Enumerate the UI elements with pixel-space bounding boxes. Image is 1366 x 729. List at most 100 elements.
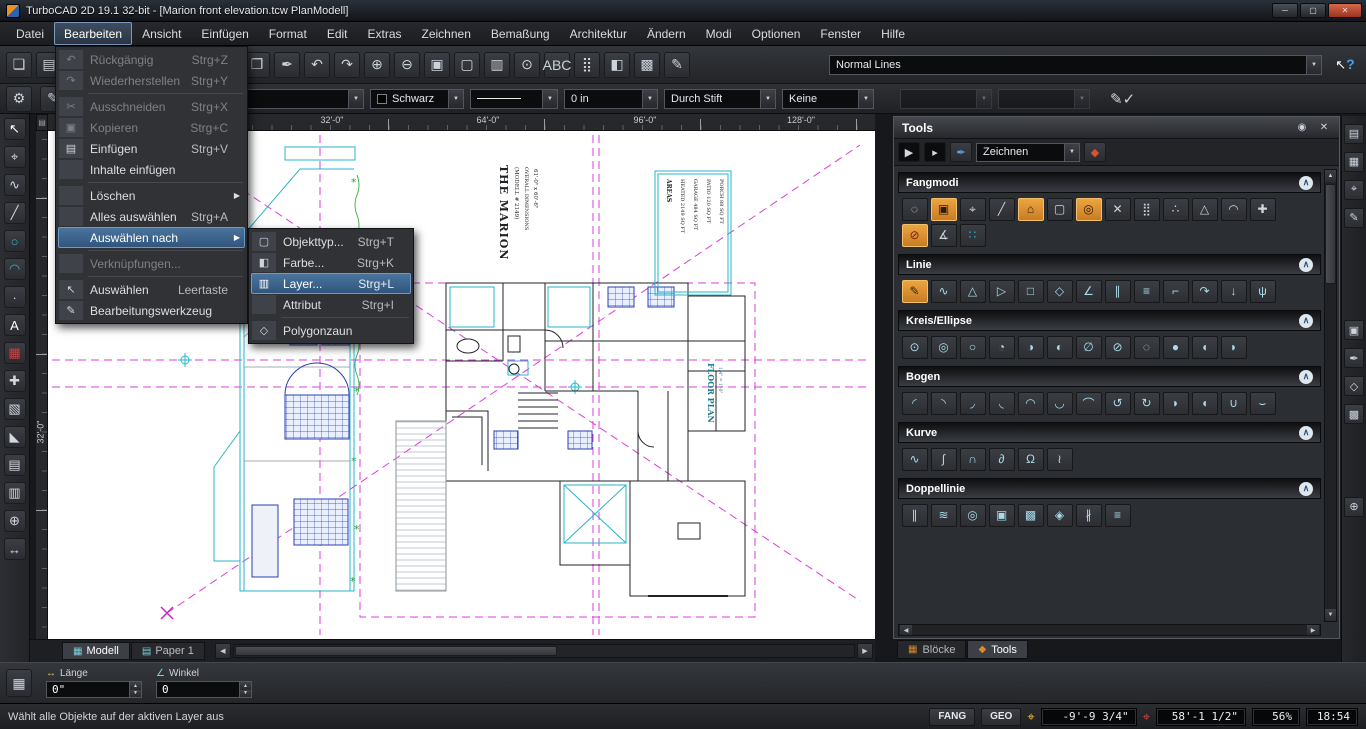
snap-line-icon[interactable]: ╱ (989, 198, 1015, 221)
doubleline-diamond-icon[interactable]: ◈ (1047, 504, 1073, 527)
scroll-down-icon[interactable]: ▼ (1325, 609, 1336, 621)
section-header-fangmodi[interactable]: Fangmodi ∧ (898, 172, 1321, 193)
arc-tool-icon[interactable]: ◠ (4, 258, 26, 280)
menu-item[interactable]: ▤ Einfügen Strg+V ▶ (58, 138, 245, 159)
line-tangent-curve-icon[interactable]: ↷ (1192, 280, 1218, 303)
sheets-tool-icon[interactable]: ▥ (4, 482, 26, 504)
snap-arc-icon[interactable]: ◠ (1221, 198, 1247, 221)
snap-magnetic-icon[interactable]: ∷ (960, 224, 986, 247)
print-preview-icon[interactable]: ▥ (484, 52, 510, 78)
pan-tool-icon[interactable]: ↔ (4, 538, 26, 560)
angle-spinner[interactable]: ▲▼ (239, 682, 251, 697)
curve-spline-icon[interactable]: ∿ (902, 448, 928, 471)
menu-item[interactable]: Attribut Strg+I ▶ (251, 294, 411, 315)
pen-width-combo[interactable]: Durch Stift ▼ (664, 89, 776, 109)
color-combo[interactable]: Schwarz ▼ (370, 89, 464, 109)
snap-toggle-button[interactable]: FANG (929, 708, 975, 726)
line-irregular-polygon-icon[interactable]: ▷ (989, 280, 1015, 303)
category-combo[interactable]: Zeichnen ▼ (976, 143, 1080, 162)
menu-item[interactable]: Alles auswählen Strg+A ▶ (58, 206, 245, 227)
table-tool-icon[interactable]: ▤ (4, 454, 26, 476)
doubleline-multi-icon[interactable]: ≡ (1105, 504, 1131, 527)
curve-revision-cloud-icon[interactable]: ∂ (989, 448, 1015, 471)
line-width-combo[interactable]: 0 in ▼ (564, 89, 658, 109)
snap-angle-icon[interactable]: ∡ (931, 224, 957, 247)
menu-item[interactable]: ◇ Polygonzaun ▶ (251, 320, 411, 341)
section-header-kurve[interactable]: Kurve ∧ (898, 422, 1321, 443)
collapse-chevron-icon[interactable]: ∧ (1299, 370, 1313, 384)
line-rectangle-icon[interactable]: □ (1018, 280, 1044, 303)
menu-item[interactable]: ◧ Farbe... Strg+K ▶ (251, 252, 411, 273)
collapse-chevron-icon[interactable]: ∧ (1299, 482, 1313, 496)
menubar-item[interactable]: Bemaßung (481, 22, 560, 45)
menubar-item[interactable]: Datei (6, 22, 54, 45)
arc-smile-icon[interactable]: ⌣ (1250, 392, 1276, 415)
apply-pen-icon[interactable]: ✎✓ (1110, 90, 1135, 108)
freehand-tool-icon[interactable]: ∿ (4, 174, 26, 196)
doubleline-circle-icon[interactable]: ◎ (960, 504, 986, 527)
section-header-kreis-ellipse[interactable]: Kreis/Ellipse ∧ (898, 310, 1321, 331)
circle-3point-icon[interactable]: ◑ (1018, 336, 1044, 359)
zoom-fullscreen-icon[interactable]: ▢ (454, 52, 480, 78)
snap-intersection-icon[interactable]: ✕ (1105, 198, 1131, 221)
collapse-chevron-icon[interactable]: ∧ (1299, 176, 1313, 190)
dock-sheets-icon[interactable]: ▤ (1344, 124, 1364, 144)
arc-left-half-icon[interactable]: ◖ (1192, 392, 1218, 415)
zoom-in-icon[interactable]: ⊕ (364, 52, 390, 78)
grid-toggle-icon[interactable]: ▦ (6, 669, 32, 697)
line-perpendicular-icon[interactable]: ∠ (1076, 280, 1102, 303)
snap-vertex-icon[interactable]: ▣ (931, 198, 957, 221)
arc-concave-icon[interactable]: ∪ (1221, 392, 1247, 415)
menubar-item[interactable]: Extras (358, 22, 412, 45)
dock-hatch-icon[interactable]: ▩ (1344, 404, 1364, 424)
ruler-corner-page-icon[interactable]: ▤ (36, 114, 48, 131)
arc-top-icon[interactable]: ◠ (1018, 392, 1044, 415)
menubar-item[interactable]: Hilfe (871, 22, 915, 45)
format-painter-icon[interactable]: ✒ (274, 52, 300, 78)
menubar-item[interactable]: Architektur (560, 22, 637, 45)
wedge-tool-icon[interactable]: ◣ (4, 426, 26, 448)
settings-gear-icon[interactable]: ⚙ (6, 86, 32, 112)
scrollbar-thumb[interactable] (235, 646, 557, 656)
maximize-button[interactable]: ▢ (1300, 3, 1326, 18)
menu-item[interactable]: ▣ Kopieren Strg+C ▶ (58, 117, 245, 138)
menubar-item[interactable]: Zeichnen (412, 22, 481, 45)
snap-midpoint-icon[interactable]: ⌂ (1018, 198, 1044, 221)
horizontal-scrollbar[interactable] (233, 644, 855, 658)
palette-horizontal-scrollbar[interactable]: ◀ ▶ (898, 624, 1321, 636)
menubar-item[interactable]: Ändern (637, 22, 696, 45)
circle-tool-icon[interactable]: ○ (4, 230, 26, 252)
zoom-extents-icon[interactable]: ⊙ (514, 52, 540, 78)
line-sketch-icon[interactable]: ψ (1250, 280, 1276, 303)
chevron-down-icon[interactable]: ▼ (1064, 144, 1079, 161)
sheet-tab[interactable]: ▤ Paper 1 (131, 642, 205, 660)
line-polyline-icon[interactable]: ∿ (931, 280, 957, 303)
arc-cw-icon[interactable]: ↻ (1134, 392, 1160, 415)
arc-bottom-icon[interactable]: ◡ (1047, 392, 1073, 415)
snap-ortho-icon[interactable]: ✚ (1250, 198, 1276, 221)
dock-zoom-icon[interactable]: ⊕ (1344, 497, 1364, 517)
scroll-left-icon[interactable]: ◀ (900, 625, 912, 635)
spin-down-icon[interactable]: ▼ (240, 690, 251, 698)
line-single-icon[interactable]: ✎ (902, 280, 928, 303)
dock-pen-icon[interactable]: ✎ (1344, 208, 1364, 228)
spin-up-icon[interactable]: ▲ (130, 682, 141, 690)
circle-tangent-icon[interactable]: ◐ (1047, 336, 1073, 359)
collapse-chevron-icon[interactable]: ∧ (1299, 314, 1313, 328)
snap-tangent-icon[interactable]: △ (1192, 198, 1218, 221)
node-select-tool-icon[interactable]: ⌖ (4, 146, 26, 168)
snap-grid-icon[interactable]: ⣿ (1134, 198, 1160, 221)
dock-grid-icon[interactable]: ▦ (1344, 152, 1364, 172)
curve-omega-icon[interactable]: Ω (1018, 448, 1044, 471)
line-pattern-combo[interactable]: ▼ (470, 89, 558, 109)
menu-item[interactable]: ▥ Layer... Strg+L ▶ (251, 273, 411, 294)
menu-item[interactable]: ↖ Auswählen Leertaste ▶ (58, 279, 245, 300)
chevron-down-icon[interactable]: ▼ (642, 90, 657, 108)
text-tool-icon[interactable]: A (4, 314, 26, 336)
line-parallel-icon[interactable]: ∥ (1105, 280, 1131, 303)
fill-combo[interactable]: Keine ▼ (782, 89, 874, 109)
length-spinner[interactable]: ▲▼ (129, 682, 141, 697)
arc-lower-left-icon[interactable]: ◟ (989, 392, 1015, 415)
line-polygon-icon[interactable]: △ (960, 280, 986, 303)
geo-toggle-button[interactable]: GEO (981, 708, 1021, 726)
